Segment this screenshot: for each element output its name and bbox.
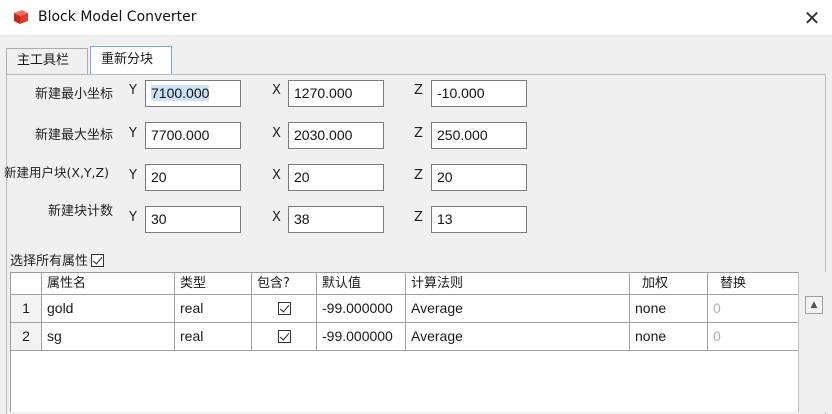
header-attribute-name[interactable]: 属性名 (42, 273, 175, 295)
axis-y-label: Y (129, 126, 137, 141)
axis-y-label: Y (129, 168, 137, 183)
header-include[interactable]: 包含? (252, 273, 317, 295)
axis-z-label: Z (414, 210, 423, 225)
min-z-input[interactable]: -10.000 (431, 80, 527, 107)
axis-z-label: Z (414, 168, 423, 183)
block-z-input[interactable]: 20 (431, 164, 527, 191)
axis-x-label: X (272, 210, 281, 225)
tab-main-toolbar[interactable]: 主工具栏 (6, 48, 88, 74)
table-corner (11, 273, 42, 295)
cell-default-value[interactable]: -99.000000 (317, 295, 406, 323)
cell-type[interactable]: real (175, 323, 252, 351)
table-scroll-track[interactable] (798, 272, 826, 412)
cell-attribute-name[interactable]: sg (42, 323, 175, 351)
cell-method[interactable]: Average (406, 295, 630, 323)
cell-weight[interactable]: none (630, 323, 708, 351)
close-button[interactable]: ✕ (798, 4, 826, 32)
tab-reblock[interactable]: 重新分块 (90, 46, 172, 74)
count-x-input[interactable]: 38 (288, 206, 384, 233)
max-z-input[interactable]: 250.000 (431, 122, 527, 149)
axis-x-label: X (272, 126, 281, 141)
label-new-block-count: 新建块计数 (48, 204, 114, 219)
row-number[interactable]: 1 (11, 295, 42, 323)
header-weight[interactable]: 加权 (630, 273, 708, 295)
axis-x-label: X (272, 168, 281, 183)
cell-type[interactable]: real (175, 295, 252, 323)
row-number[interactable]: 2 (11, 323, 42, 351)
scroll-up-icon[interactable]: ▲ (805, 296, 823, 314)
select-all-label: 选择所有属性 (10, 254, 89, 269)
cell-method[interactable]: Average (406, 323, 630, 351)
cell-include[interactable] (252, 295, 317, 323)
header-type[interactable]: 类型 (175, 273, 252, 295)
attribute-table: 属性名 类型 包含? 默认值 计算法则 加权 替换 1 gold real -9… (10, 272, 799, 412)
block-x-input[interactable]: 20 (288, 164, 384, 191)
window-title: Block Model Converter (38, 9, 197, 25)
cell-attribute-name[interactable]: gold (42, 295, 175, 323)
cell-weight[interactable]: none (630, 295, 708, 323)
max-y-input[interactable]: 7700.000 (145, 122, 241, 149)
header-default-value[interactable]: 默认值 (317, 273, 406, 295)
label-new-user-block: 新建用户块(X,Y,Z) (4, 165, 109, 180)
label-new-max-coord: 新建最大坐标 (35, 128, 114, 143)
axis-z-label: Z (414, 126, 423, 141)
block-y-input[interactable]: 20 (145, 164, 241, 191)
axis-y-label: Y (129, 210, 137, 225)
cell-include[interactable] (252, 323, 317, 351)
label-new-min-coord: 新建最小坐标 (35, 87, 114, 102)
min-y-input[interactable]: 7100.000 (145, 80, 241, 107)
app-icon (14, 10, 28, 24)
min-x-input[interactable]: 1270.000 (288, 80, 384, 107)
include-checkbox[interactable] (277, 302, 291, 315)
select-all-attributes: 选择所有属性 (10, 250, 105, 269)
header-method[interactable]: 计算法则 (406, 273, 630, 295)
cell-replace[interactable]: 0 (708, 295, 799, 323)
cell-replace[interactable]: 0 (708, 323, 799, 351)
count-z-input[interactable]: 13 (431, 206, 527, 233)
include-checkbox[interactable] (277, 330, 291, 343)
cell-default-value[interactable]: -99.000000 (317, 323, 406, 351)
axis-x-label: X (272, 83, 281, 98)
count-y-input[interactable]: 30 (145, 206, 241, 233)
max-x-input[interactable]: 2030.000 (288, 122, 384, 149)
axis-z-label: Z (414, 83, 423, 98)
axis-y-label: Y (129, 83, 137, 98)
select-all-checkbox[interactable] (91, 254, 105, 267)
title-bar: Block Model Converter ✕ (0, 0, 832, 36)
header-replace[interactable]: 替换 (708, 273, 799, 295)
